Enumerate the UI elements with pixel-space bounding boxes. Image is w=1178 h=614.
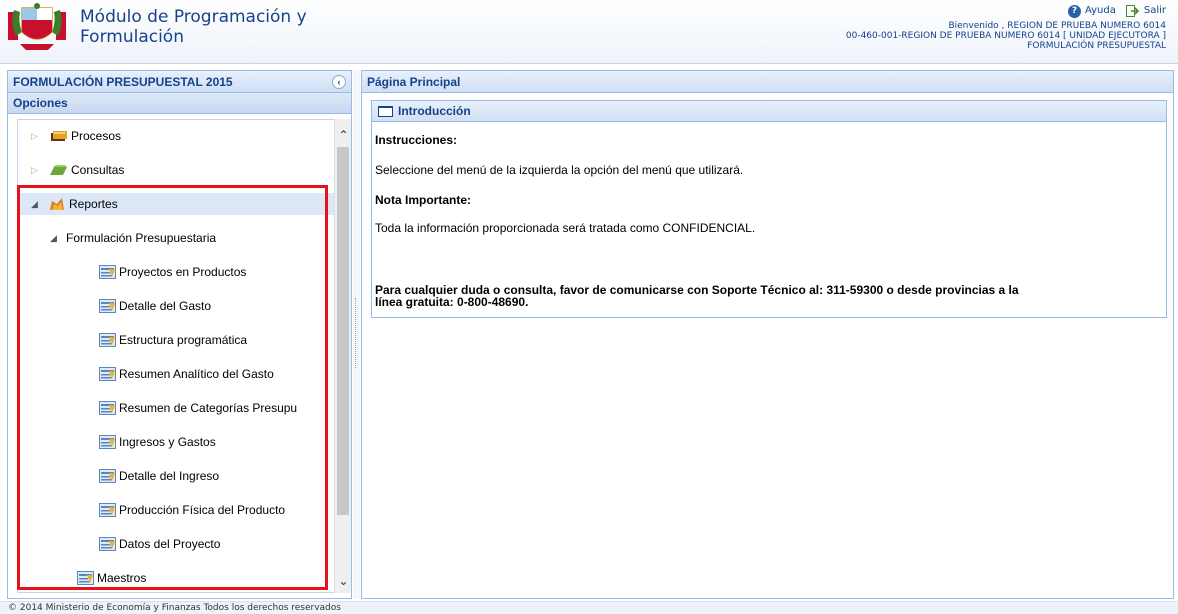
- contact-line-2: línea gratuita: 0-800-48690.: [375, 295, 529, 309]
- tree-item-report[interactable]: Producción Física del Producto: [18, 499, 334, 521]
- left-panel-title: FORMULACIÓN PRESUPUESTAL 2015: [13, 75, 233, 89]
- exit-link[interactable]: Salir: [1125, 5, 1166, 17]
- report-document-icon: [99, 503, 116, 517]
- tree-label-formulacion: Formulación Presupuestaria: [66, 231, 217, 245]
- executing-unit-text: 00-460-001-REGION DE PRUEBA NUMERO 6014 …: [845, 31, 1166, 41]
- instructions-heading: Instrucciones:: [375, 133, 458, 147]
- left-panel: FORMULACIÓN PRESUPUESTAL 2015 ‹ Opciones…: [7, 70, 352, 599]
- splitter-grip[interactable]: [355, 298, 357, 368]
- report-document-icon: [99, 333, 116, 347]
- note-text: Toda la información proporcionada será t…: [375, 221, 756, 235]
- help-label: Ayuda: [1084, 5, 1116, 16]
- module-text: FORMULACIÓN PRESUPUESTAL: [1027, 41, 1166, 51]
- welcome-text: Bienvenido , REGION DE PRUEBA NUMERO 601…: [948, 21, 1166, 31]
- tree-label-report: Resumen Analítico del Gasto: [119, 367, 274, 381]
- tree-item-report[interactable]: Datos del Proyecto: [18, 533, 334, 555]
- tree-item-formulacion-presupuestaria[interactable]: ◢ Formulación Presupuestaria: [18, 227, 334, 249]
- report-document-icon: [99, 367, 116, 381]
- tree-item-maestros[interactable]: Maestros: [18, 567, 334, 589]
- report-document-icon: [99, 299, 116, 313]
- note-heading: Nota Importante:: [375, 193, 471, 207]
- tree-item-report[interactable]: Ingresos y Gastos: [18, 431, 334, 453]
- left-panel-header: FORMULACIÓN PRESUPUESTAL 2015 ‹: [8, 71, 351, 93]
- tree-label-report: Detalle del Ingreso: [119, 469, 220, 483]
- collapse-arrow-icon[interactable]: ◢: [50, 227, 57, 249]
- collapse-left-icon[interactable]: ‹: [332, 75, 346, 89]
- tree-label-procesos: Procesos: [71, 129, 122, 143]
- tree-item-report[interactable]: Detalle del Ingreso: [18, 465, 334, 487]
- help-link[interactable]: ? Ayuda: [1067, 4, 1116, 18]
- tree-item-report[interactable]: Proyectos en Productos: [18, 261, 334, 283]
- header-links: ? Ayuda Salir: [846, 4, 1166, 18]
- tree-label-report: Producción Física del Producto: [119, 503, 286, 517]
- exit-icon: [1125, 5, 1139, 17]
- options-tree: ▷ Procesos ▷ Consultas ◢ Reportes ◢ Form…: [17, 119, 335, 593]
- window-icon: [378, 106, 393, 117]
- report-document-icon: [99, 469, 116, 483]
- tree-item-procesos[interactable]: ▷ Procesos: [18, 125, 334, 147]
- options-header: Opciones: [8, 93, 351, 114]
- tree-item-consultas[interactable]: ▷ Consultas: [18, 159, 334, 181]
- scroll-down-icon[interactable]: ⌄: [335, 571, 352, 591]
- help-icon: ?: [1067, 4, 1081, 18]
- app-header: Módulo de Programación y Formulación ? A…: [0, 0, 1178, 64]
- masters-document-icon: [77, 571, 94, 585]
- panel-splitter[interactable]: [353, 70, 360, 599]
- tree-label-report: Proyectos en Productos: [119, 265, 247, 279]
- tree-label-reportes: Reportes: [69, 197, 118, 211]
- scroll-up-icon[interactable]: ⌃: [335, 125, 352, 145]
- report-document-icon: [99, 537, 116, 551]
- tree-item-report[interactable]: Estructura programática: [18, 329, 334, 351]
- tree-label-report: Estructura programática: [119, 333, 248, 347]
- main-panel: Página Principal Introducción Instruccio…: [361, 70, 1174, 599]
- tree-label-report: Resumen de Categorías Presupu: [119, 401, 298, 415]
- collapse-arrow-icon[interactable]: ◢: [31, 193, 38, 215]
- tree-label-report: Detalle del Gasto: [119, 299, 212, 313]
- app-title: Módulo de Programación y Formulación: [80, 7, 307, 47]
- report-document-icon: [99, 265, 116, 279]
- peru-coat-of-arms-logo: [8, 3, 66, 50]
- processes-icon: [51, 131, 67, 141]
- tree-item-report[interactable]: Detalle del Gasto: [18, 295, 334, 317]
- tree-scrollbar[interactable]: ⌃ ⌄: [334, 119, 351, 593]
- tree-label-maestros: Maestros: [97, 571, 147, 585]
- tree-label-report: Ingresos y Gastos: [119, 435, 216, 449]
- contact-text: Para cualquier duda o consulta, favor de…: [375, 284, 1019, 308]
- tree-item-report[interactable]: Resumen Analítico del Gasto: [18, 363, 334, 385]
- scroll-thumb[interactable]: [337, 147, 349, 515]
- queries-icon: [50, 165, 67, 175]
- tree-label-consultas: Consultas: [71, 163, 125, 177]
- main-panel-title: Página Principal: [362, 71, 1173, 93]
- intro-title: Introducción: [398, 104, 471, 118]
- intro-panel-header: Introducción: [372, 101, 1166, 122]
- footer: © 2014 Ministerio de Economía y Finanzas…: [0, 601, 1178, 614]
- tree-item-reportes[interactable]: ◢ Reportes: [18, 193, 334, 215]
- user-info: ? Ayuda Salir Bienvenido , REGION DE PRU…: [846, 4, 1166, 51]
- report-document-icon: [99, 435, 116, 449]
- instructions-text: Seleccione del menú de la izquierda la o…: [375, 163, 744, 177]
- reports-icon: [50, 198, 64, 210]
- tree-item-report[interactable]: Resumen de Categorías Presupu: [18, 397, 334, 419]
- intro-panel: Introducción Instrucciones: Seleccione d…: [371, 100, 1167, 318]
- tree-label-report: Datos del Proyecto: [119, 537, 221, 551]
- expand-arrow-icon[interactable]: ▷: [31, 159, 38, 181]
- exit-label: Salir: [1143, 5, 1166, 16]
- report-document-icon: [99, 401, 116, 415]
- expand-arrow-icon[interactable]: ▷: [31, 125, 38, 147]
